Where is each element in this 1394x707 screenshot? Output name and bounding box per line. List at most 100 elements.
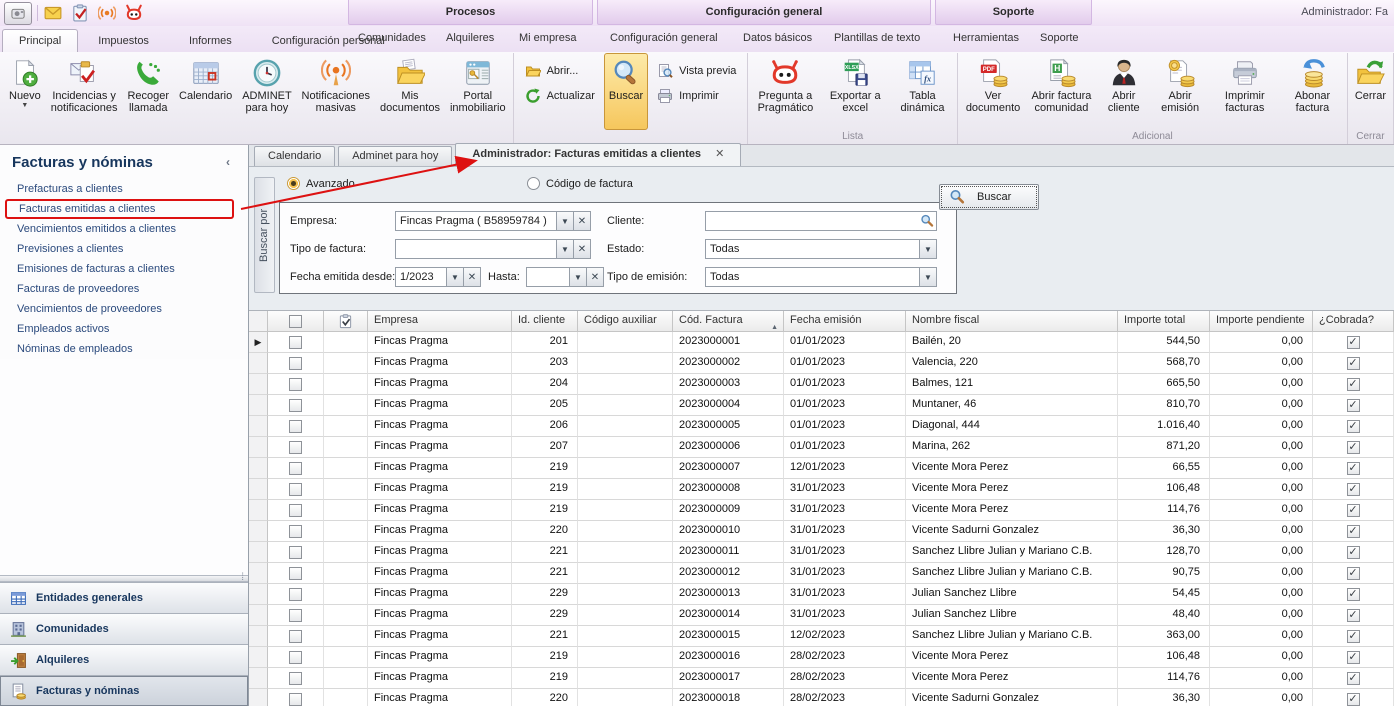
ribbon-button-recoger-llamada[interactable]: Recoger llamada [122,53,174,130]
hasta-combo[interactable]: ▼ ✕ [526,267,604,287]
ribbon-subtab-mi-empresa-2[interactable]: Mi empresa [519,32,576,44]
grid-cell-cobrada[interactable]: ✓ [1313,479,1394,500]
tipo-factura-combo[interactable]: ▼ ✕ [395,239,591,259]
row-select-checkbox[interactable] [268,437,324,458]
row-select-checkbox[interactable] [268,542,324,563]
broadcast-icon[interactable] [98,4,116,22]
table-row[interactable]: Fincas Pragma204202300000301/01/2023Balm… [249,374,1394,395]
ribbon-button-mis-documentos[interactable]: Mis documentos [375,53,445,130]
grid-cell-cobrada[interactable]: ✓ [1313,542,1394,563]
sidebar-splitter[interactable]: ⁞ [0,575,248,582]
estado-combo[interactable]: Todas ▼ [705,239,937,259]
sidebar-nav-alquileres[interactable]: Alquileres [0,644,248,675]
ribbon-button-notificaciones-masivas[interactable]: Notificaciones masivas [297,53,375,130]
tasks-icon[interactable] [71,4,89,22]
table-row[interactable]: Fincas Pragma221202300001231/01/2023Sanc… [249,563,1394,584]
column-header-fecha-emision[interactable]: Fecha emisión [784,311,906,332]
sidebar-nav-entidades-generales[interactable]: Entidades generales [0,582,248,613]
table-row[interactable]: Fincas Pragma219202300001728/02/2023Vice… [249,668,1394,689]
table-row[interactable]: Fincas Pragma219202300000712/01/2023Vice… [249,458,1394,479]
row-select-checkbox[interactable] [268,626,324,647]
cliente-search-icon[interactable] [920,214,934,228]
table-row[interactable]: Fincas Pragma205202300000401/01/2023Munt… [249,395,1394,416]
hasta-clear-icon[interactable]: ✕ [586,268,603,286]
sidebar-item-nominas-de-empleados[interactable]: Nóminas de empleados [0,339,248,359]
table-row[interactable]: ▶Fincas Pragma201202300000101/01/2023Bai… [249,332,1394,353]
row-select-checkbox[interactable] [268,647,324,668]
ribbon-button-ver-documento[interactable]: PDFVer documento [960,53,1026,130]
column-header-cobrada[interactable]: ¿Cobrada? [1313,311,1394,332]
ribbon-subtab-herramientas-6[interactable]: Herramientas [953,32,1019,44]
table-row[interactable]: Fincas Pragma206202300000501/01/2023Diag… [249,416,1394,437]
table-row[interactable]: Fincas Pragma220202300001828/02/2023Vice… [249,689,1394,706]
grid-cell-cobrada[interactable]: ✓ [1313,416,1394,437]
column-header-codigo-auxiliar[interactable]: Código auxiliar [578,311,673,332]
row-select-checkbox[interactable] [268,395,324,416]
row-select-checkbox[interactable] [268,353,324,374]
sidebar-nav-facturas-y-nominas[interactable]: Facturas y nóminas [0,675,248,706]
ribbon-button-imprimir-facturas[interactable]: Imprimir facturas [1209,53,1280,130]
row-select-checkbox[interactable] [268,584,324,605]
grid-cell-cobrada[interactable]: ✓ [1313,626,1394,647]
ribbon-subtab-plantillas-de-texto-5[interactable]: Plantillas de texto [834,32,920,44]
grid-cell-cobrada[interactable]: ✓ [1313,605,1394,626]
row-select-checkbox[interactable] [268,521,324,542]
column-header-cod-factura[interactable]: Cód. Factura▲ [673,311,784,332]
sidebar-item-empleados-activos[interactable]: Empleados activos [0,319,248,339]
ribbon-subtab-alquileres-1[interactable]: Alquileres [446,32,494,44]
row-select-checkbox[interactable] [268,458,324,479]
ribbon-button-abrir-emision[interactable]: Abrir emisión [1151,53,1210,130]
sidebar-item-emisiones-de-facturas-a-clientes[interactable]: Emisiones de facturas a clientes [0,259,248,279]
ribbon-subtab-configuracion-general-3[interactable]: Configuración general [610,32,718,44]
grid-cell-cobrada[interactable]: ✓ [1313,374,1394,395]
grid-cell-cobrada[interactable]: ✓ [1313,647,1394,668]
sidebar-item-facturas-emitidas-a-clientes[interactable]: Facturas emitidas a clientes [5,199,234,219]
grid-cell-cobrada[interactable]: ✓ [1313,563,1394,584]
grid-cell-cobrada[interactable]: ✓ [1313,395,1394,416]
table-row[interactable]: Fincas Pragma219202300001628/02/2023Vice… [249,647,1394,668]
sidebar-item-vencimientos-emitidos-a-clientes[interactable]: Vencimientos emitidos a clientes [0,219,248,239]
table-row[interactable]: Fincas Pragma219202300000931/01/2023Vice… [249,500,1394,521]
grid-cell-cobrada[interactable]: ✓ [1313,458,1394,479]
tipo-emision-dropdown-icon[interactable]: ▼ [919,268,936,286]
estado-dropdown-icon[interactable]: ▼ [919,240,936,258]
ribbon-button-vista-previa[interactable]: Vista previa [650,58,743,83]
ribbon-button-calendario[interactable]: Calendario [174,53,237,130]
robot-icon[interactable] [125,4,143,22]
select-all-checkbox[interactable] [268,311,324,332]
empresa-combo[interactable]: Fincas Pragma ( B58959784 ) ▼ ✕ [395,211,591,231]
table-row[interactable]: Fincas Pragma207202300000601/01/2023Mari… [249,437,1394,458]
row-select-checkbox[interactable] [268,332,324,353]
tipo-factura-clear-icon[interactable]: ✕ [573,240,590,258]
application-menu-button[interactable] [4,2,32,25]
row-select-checkbox[interactable] [268,500,324,521]
ribbon-subtab-soporte-7[interactable]: Soporte [1040,32,1079,44]
grid-cell-cobrada[interactable]: ✓ [1313,353,1394,374]
ribbon-button-imprimir[interactable]: Imprimir [650,83,743,108]
column-header-importe-pendiente[interactable]: Importe pendiente [1210,311,1313,332]
buscar-por-vertical-tab[interactable]: Buscar por [254,177,275,293]
row-select-checkbox[interactable] [268,689,324,706]
ribbon-button-adminet-para-hoy[interactable]: ADMINET para hoy [237,53,296,130]
radio-avanzado[interactable]: Avanzado [287,177,355,190]
doc-tab-administrador-facturas-emitidas-a-clientes[interactable]: Administrador: Facturas emitidas a clien… [455,143,741,166]
ribbon-button-actualizar[interactable]: Actualizar [518,83,602,108]
tipo-factura-dropdown-icon[interactable]: ▼ [556,240,573,258]
table-row[interactable]: Fincas Pragma219202300000831/01/2023Vice… [249,479,1394,500]
table-row[interactable]: Fincas Pragma220202300001031/01/2023Vice… [249,521,1394,542]
ribbon-tab-impuestos[interactable]: Impuestos [78,30,169,52]
doc-tab-calendario[interactable]: Calendario [254,146,335,166]
ribbon-button-portal-inmobiliario[interactable]: Portal inmobiliario [445,53,511,130]
ribbon-button-abonar-factura[interactable]: Abonar factura [1280,53,1345,130]
ribbon-subtab-datos-basicos-4[interactable]: Datos básicos [743,32,812,44]
row-select-checkbox[interactable] [268,668,324,689]
buscar-button[interactable]: Buscar [939,184,1039,210]
empresa-clear-icon[interactable]: ✕ [573,212,590,230]
table-row[interactable]: Fincas Pragma221202300001512/02/2023Sanc… [249,626,1394,647]
fecha-desde-combo[interactable]: 1/2023 ▼ ✕ [395,267,481,287]
cliente-input[interactable] [705,211,937,231]
radio-codigo-de-factura[interactable]: Código de factura [527,177,633,190]
check-column-header[interactable] [324,311,368,332]
ribbon-button-abrir-cliente[interactable]: Abrir cliente [1097,53,1151,130]
empresa-dropdown-icon[interactable]: ▼ [556,212,573,230]
